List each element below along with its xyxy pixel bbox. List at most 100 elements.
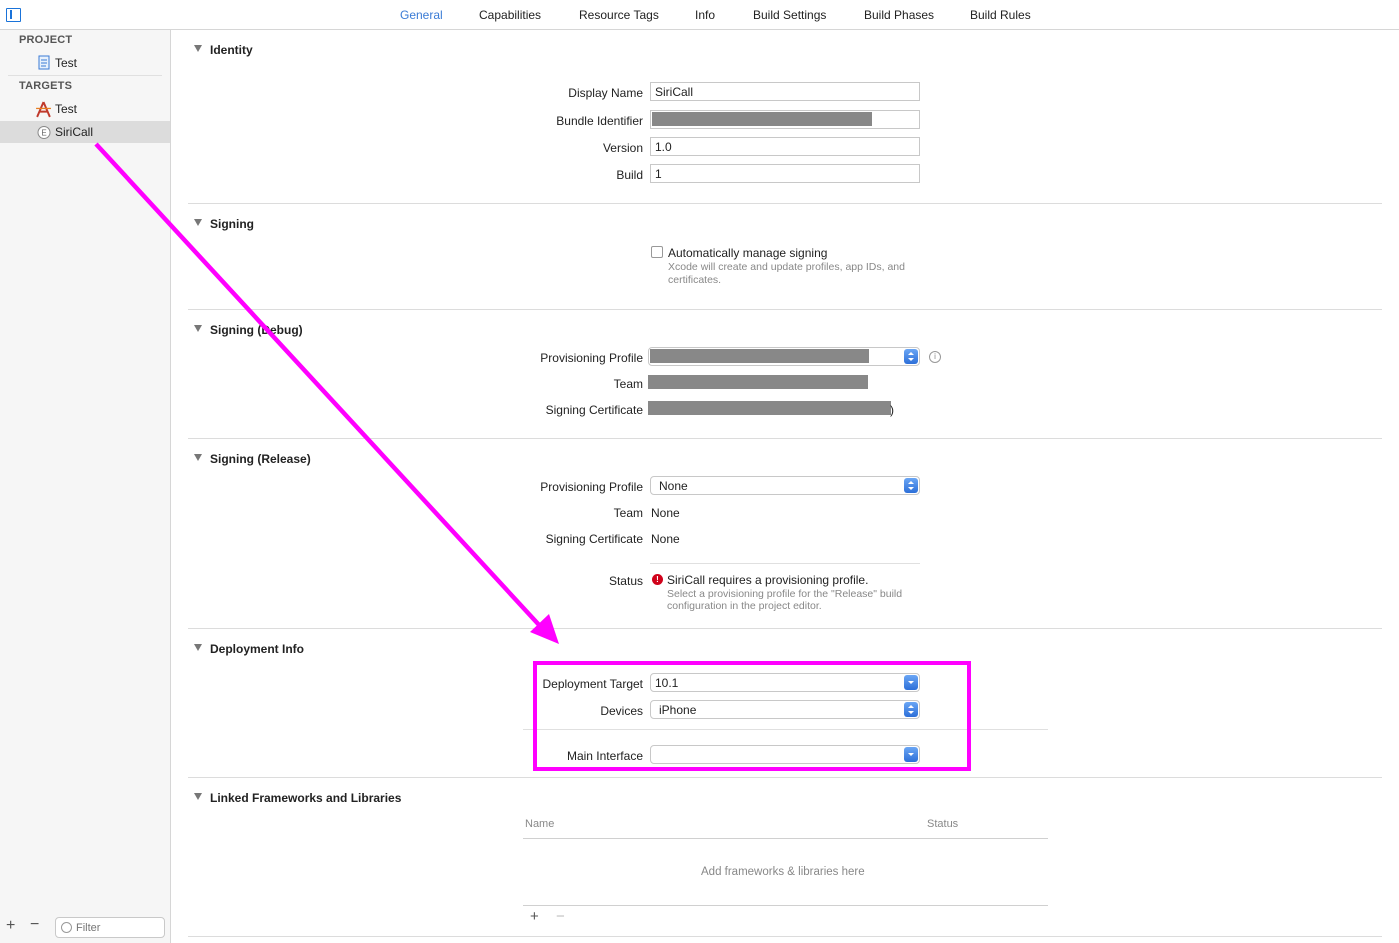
- column-header-name[interactable]: Name: [525, 818, 554, 830]
- extension-target-icon: E: [37, 126, 51, 139]
- build-label: Build: [616, 168, 643, 182]
- sidebar-item-label: Test: [55, 102, 78, 116]
- popup-value: iPhone: [659, 703, 697, 717]
- tab-info[interactable]: Info: [695, 8, 715, 22]
- tab-general[interactable]: General: [400, 8, 443, 22]
- deployment-target-combo[interactable]: 10.1: [650, 673, 920, 692]
- release-profile-label: Provisioning Profile: [540, 480, 643, 494]
- popup-value: None: [659, 479, 688, 493]
- display-name-field[interactable]: [650, 82, 920, 101]
- table-footer-divider: [523, 905, 1048, 906]
- version-field[interactable]: [650, 137, 920, 156]
- main-interface-label: Main Interface: [566, 749, 643, 763]
- devices-label: Devices: [600, 704, 643, 718]
- disclosure-triangle-icon[interactable]: [194, 644, 202, 651]
- disclosure-triangle-icon[interactable]: [194, 793, 202, 800]
- display-name-label: Display Name: [568, 86, 643, 100]
- redacted-value: [650, 349, 869, 363]
- release-profile-popup[interactable]: None: [650, 476, 920, 495]
- svg-text:E: E: [41, 129, 46, 138]
- combo-value: 10.1: [655, 676, 679, 690]
- info-icon[interactable]: i: [929, 351, 941, 363]
- auto-signing-help: certificates.: [668, 274, 722, 286]
- add-framework-button[interactable]: +: [530, 908, 539, 925]
- debug-profile-label: Provisioning Profile: [540, 351, 643, 365]
- bundle-identifier-field[interactable]: [650, 110, 920, 129]
- sidebar-item-project-test[interactable]: Test: [0, 52, 170, 74]
- section-divider: [188, 936, 1382, 937]
- project-navigator-sidebar: PROJECT Test TARGETS Test E SiriCall + −: [0, 30, 171, 943]
- release-team-label: Team: [613, 506, 643, 520]
- disclosure-triangle-icon[interactable]: [194, 45, 202, 52]
- release-status-label: Status: [608, 574, 643, 588]
- release-cert-value: None: [651, 532, 680, 546]
- section-title-linked-frameworks: Linked Frameworks and Libraries: [210, 791, 402, 805]
- release-status-message: SiriCall requires a provisioning profile…: [667, 573, 869, 587]
- section-title-identity: Identity: [210, 43, 253, 57]
- tab-build-rules[interactable]: Build Rules: [970, 8, 1031, 22]
- deployment-target-label: Deployment Target: [542, 677, 644, 691]
- section-title-signing-debug: Signing (Debug): [210, 323, 303, 337]
- auto-signing-help: Xcode will create and update profiles, a…: [668, 261, 905, 273]
- add-target-button[interactable]: +: [6, 917, 15, 935]
- tab-build-phases[interactable]: Build Phases: [864, 8, 934, 22]
- disclosure-triangle-icon[interactable]: [194, 325, 202, 332]
- disclosure-triangle-icon[interactable]: [194, 454, 202, 461]
- section-divider: [188, 628, 1382, 629]
- section-title-signing: Signing: [210, 217, 254, 231]
- redacted-value: [648, 375, 868, 389]
- project-header: PROJECT: [19, 34, 73, 46]
- debug-profile-popup[interactable]: [648, 347, 920, 366]
- version-label: Version: [602, 141, 643, 155]
- chevron-down-icon[interactable]: [904, 675, 918, 690]
- project-file-icon: [38, 55, 50, 70]
- sidebar-item-label: SiriCall: [55, 125, 94, 139]
- popup-arrows-icon: [904, 349, 918, 364]
- tab-resource-tags[interactable]: Resource Tags: [579, 8, 659, 22]
- redacted-value: [652, 112, 872, 126]
- disclosure-triangle-icon[interactable]: [194, 219, 202, 226]
- section-divider: [188, 777, 1382, 778]
- popup-arrows-icon: [904, 702, 918, 717]
- tab-build-settings[interactable]: Build Settings: [753, 8, 826, 22]
- debug-team-label: Team: [613, 377, 643, 391]
- general-settings-editor: Identity Display Name Bundle Identifier …: [171, 30, 1399, 943]
- release-team-value: None: [651, 506, 680, 520]
- auto-signing-checkbox[interactable]: [651, 246, 663, 258]
- debug-cert-suffix: ): [890, 403, 894, 417]
- filter-field[interactable]: [55, 917, 165, 938]
- remove-framework-button[interactable]: −: [556, 908, 565, 925]
- sidebar-item-target-siricall[interactable]: E SiriCall: [0, 121, 170, 143]
- auto-signing-label: Automatically manage signing: [668, 246, 828, 260]
- sidebar-divider: [8, 75, 162, 76]
- section-divider: [188, 203, 1382, 204]
- build-field[interactable]: [650, 164, 920, 183]
- status-divider: [650, 563, 920, 564]
- debug-cert-label: Signing Certificate: [545, 403, 643, 417]
- sidebar-item-target-test[interactable]: Test: [0, 98, 170, 120]
- editor-tab-bar: General Capabilities Resource Tags Info …: [0, 0, 1399, 30]
- popup-arrows-icon: [904, 478, 918, 493]
- bundle-identifier-label: Bundle Identifier: [556, 114, 643, 128]
- section-title-signing-release: Signing (Release): [210, 452, 311, 466]
- tab-capabilities[interactable]: Capabilities: [479, 8, 541, 22]
- release-status-help: configuration in the project editor.: [667, 600, 822, 612]
- table-header-divider: [523, 838, 1048, 839]
- sidebar-bottom-bar: + −: [0, 913, 170, 943]
- sidebar-item-label: Test: [55, 56, 78, 70]
- app-target-icon: [36, 101, 51, 118]
- targets-header: TARGETS: [19, 80, 73, 92]
- filter-input[interactable]: [76, 920, 161, 935]
- column-header-status[interactable]: Status: [927, 818, 958, 830]
- remove-target-button[interactable]: −: [30, 916, 39, 934]
- devices-popup[interactable]: iPhone: [650, 700, 920, 719]
- chevron-down-icon[interactable]: [904, 747, 918, 762]
- section-divider: [188, 309, 1382, 310]
- deployment-divider: [523, 729, 1048, 730]
- navigator-toggle-icon[interactable]: [6, 8, 21, 22]
- filter-icon: [61, 922, 72, 933]
- section-title-deployment-info: Deployment Info: [210, 642, 305, 656]
- error-icon: !: [652, 574, 663, 585]
- section-divider: [188, 438, 1382, 439]
- main-interface-combo[interactable]: [650, 745, 920, 764]
